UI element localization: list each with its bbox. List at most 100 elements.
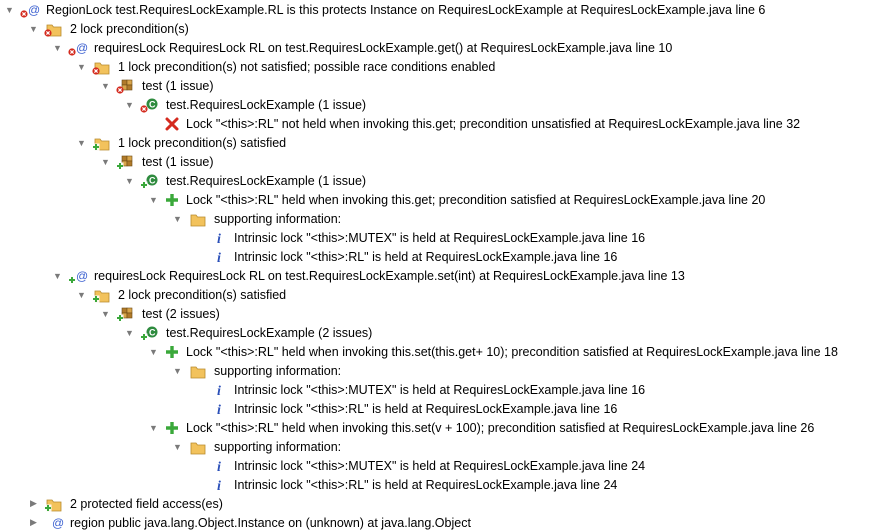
tree-row[interactable]: i Intrinsic lock "<this>:RL" is held at R… <box>0 475 888 494</box>
svg-text:@: @ <box>52 516 64 530</box>
tree-row[interactable]: i Intrinsic lock "<this>:MUTEX" is held a… <box>0 380 888 399</box>
tree-row[interactable]: ▼ 1 lock precondition(s) satisfied <box>0 133 888 152</box>
tree-row[interactable]: ▼ supporting information: <box>0 209 888 228</box>
tree-row[interactable]: i Intrinsic lock "<this>:RL" is held at R… <box>0 247 888 266</box>
tree-row[interactable]: ▼ Lock "<this>:RL" held when invoking thi… <box>0 418 888 437</box>
at-error-icon: @ <box>20 2 40 18</box>
info-icon: i <box>212 458 228 474</box>
tree-row[interactable]: i Intrinsic lock "<this>:MUTEX" is held a… <box>0 456 888 475</box>
svg-text:@: @ <box>76 41 88 55</box>
svg-text:i: i <box>217 403 221 417</box>
package-plus-icon <box>116 154 136 170</box>
expand-twisty-icon[interactable]: ▼ <box>100 308 111 319</box>
tree-row[interactable]: ▼ test (1 issue) <box>0 152 888 171</box>
tree-row[interactable]: ▼ @ requiresLock RequiresLock RL on test.R… <box>0 266 888 285</box>
tree-row-label: test (1 issue) <box>142 154 214 169</box>
tree-row-label: Intrinsic lock "<this>:MUTEX" is held at… <box>234 458 646 473</box>
expand-twisty-icon[interactable]: ▼ <box>172 213 183 224</box>
tree-row[interactable]: ▼ 2 lock precondition(s) <box>0 19 888 38</box>
tree-row-label: RegionLock test.RequiresLockExample.RL i… <box>46 2 766 17</box>
info-icon: i <box>212 401 228 417</box>
tree-row-label: test.RequiresLockExample (1 issue) <box>166 97 367 112</box>
expand-twisty-icon[interactable]: ▼ <box>124 99 135 110</box>
tree-row-label: Lock "<this>:RL" held when invoking this… <box>186 192 766 207</box>
info-icon: i <box>212 382 228 398</box>
results-tree: ▼ @ RegionLock test.RequiresLockExample.RL… <box>0 0 888 530</box>
tree-row-label: test (2 issues) <box>142 306 220 321</box>
tree-row[interactable]: ▼ supporting information: <box>0 361 888 380</box>
expand-twisty-icon[interactable]: ▼ <box>148 194 159 205</box>
class-error-icon: C <box>140 97 160 113</box>
tree-row-label: Intrinsic lock "<this>:MUTEX" is held at… <box>234 230 646 245</box>
folder-error-icon <box>92 59 112 75</box>
expand-twisty-icon[interactable]: ▼ <box>4 4 15 15</box>
tree-row-label: test.RequiresLockExample (2 issues) <box>166 325 373 340</box>
tree-row-label: Intrinsic lock "<this>:RL" is held at Re… <box>234 401 618 416</box>
expand-twisty-icon[interactable]: ▼ <box>148 346 159 357</box>
tree-row[interactable]: ▼ C test.RequiresLockExample (1 issue) <box>0 171 888 190</box>
tree-row[interactable]: ▼ 2 lock precondition(s) satisfied <box>0 285 888 304</box>
tree-row-label: Lock "<this>:RL" held when invoking this… <box>186 344 838 359</box>
tree-row[interactable]: ▼ test (1 issue) <box>0 76 888 95</box>
tree-row-label: supporting information: <box>214 439 342 454</box>
tree-row-label: 2 lock precondition(s) satisfied <box>118 287 287 302</box>
tree-row-label: requiresLock RequiresLock RL on test.Req… <box>94 268 685 283</box>
expand-twisty-icon[interactable]: ▼ <box>76 61 87 72</box>
expand-twisty-icon[interactable]: ▼ <box>172 441 183 452</box>
tree-row[interactable]: i Intrinsic lock "<this>:RL" is held at R… <box>0 399 888 418</box>
tree-row-label: Lock "<this>:RL" held when invoking this… <box>186 420 815 435</box>
expand-twisty-icon[interactable]: ▼ <box>52 42 63 53</box>
tree-row[interactable]: i Intrinsic lock "<this>:MUTEX" is held a… <box>0 228 888 247</box>
collapse-twisty-icon[interactable]: ▶ <box>28 498 39 509</box>
tree-row-label: region public java.lang.Object.Instance … <box>70 515 471 530</box>
tree-row-label: Intrinsic lock "<this>:RL" is held at Re… <box>234 249 618 264</box>
info-icon: i <box>212 477 228 493</box>
expand-twisty-icon[interactable]: ▼ <box>148 422 159 433</box>
package-plus-icon <box>116 306 136 322</box>
expand-twisty-icon[interactable]: ▼ <box>100 156 111 167</box>
expand-twisty-icon[interactable]: ▼ <box>28 23 39 34</box>
folder-plus-icon <box>92 135 112 151</box>
expand-twisty-icon[interactable]: ▼ <box>76 289 87 300</box>
tree-row[interactable]: Lock "<this>:RL" not held when invoking … <box>0 114 888 133</box>
tree-row[interactable]: ▼ Lock "<this>:RL" held when invoking thi… <box>0 342 888 361</box>
tree-row-label: test.RequiresLockExample (1 issue) <box>166 173 367 188</box>
tree-row-label: supporting information: <box>214 211 342 226</box>
expand-twisty-icon[interactable]: ▼ <box>172 365 183 376</box>
expand-twisty-icon[interactable]: ▼ <box>124 175 135 186</box>
folder-plus-icon <box>44 496 64 512</box>
at-error-icon: @ <box>68 40 88 56</box>
folder-icon <box>188 439 208 455</box>
tree-row[interactable]: ▶ 2 protected field access(es) <box>0 494 888 513</box>
tree-row[interactable]: ▼ C test.RequiresLockExample (2 issues) <box>0 323 888 342</box>
green-plus-icon <box>164 192 180 208</box>
tree-row-label: 2 protected field access(es) <box>70 496 223 511</box>
tree-row-label: 1 lock precondition(s) not satisfied; po… <box>118 59 496 74</box>
expand-twisty-icon[interactable]: ▼ <box>100 80 111 91</box>
svg-text:C: C <box>149 327 156 337</box>
tree-row[interactable]: ▶ @ region public java.lang.Object.Instanc… <box>0 513 888 532</box>
tree-row[interactable]: ▼ Lock "<this>:RL" held when invoking thi… <box>0 190 888 209</box>
tree-row[interactable]: ▼ @ requiresLock RequiresLock RL on test.R… <box>0 38 888 57</box>
tree-row-label: Intrinsic lock "<this>:MUTEX" is held at… <box>234 382 646 397</box>
collapse-twisty-icon[interactable]: ▶ <box>28 517 39 528</box>
tree-row[interactable]: ▼ 1 lock precondition(s) not satisfied; p… <box>0 57 888 76</box>
tree-row[interactable]: ▼ test (2 issues) <box>0 304 888 323</box>
red-x-icon <box>164 116 180 132</box>
svg-text:@: @ <box>76 269 88 283</box>
tree-row[interactable]: ▼ @ RegionLock test.RequiresLockExample.RL… <box>0 0 888 19</box>
expand-twisty-icon[interactable]: ▼ <box>76 137 87 148</box>
expand-twisty-icon[interactable]: ▼ <box>124 327 135 338</box>
tree-row-label: supporting information: <box>214 363 342 378</box>
expand-twisty-icon[interactable]: ▼ <box>52 270 63 281</box>
tree-row[interactable]: ▼ C test.RequiresLockExample (1 issue) <box>0 95 888 114</box>
at-plus-icon: @ <box>68 268 88 284</box>
tree-row-label: 1 lock precondition(s) satisfied <box>118 135 287 150</box>
tree-row[interactable]: ▼ supporting information: <box>0 437 888 456</box>
